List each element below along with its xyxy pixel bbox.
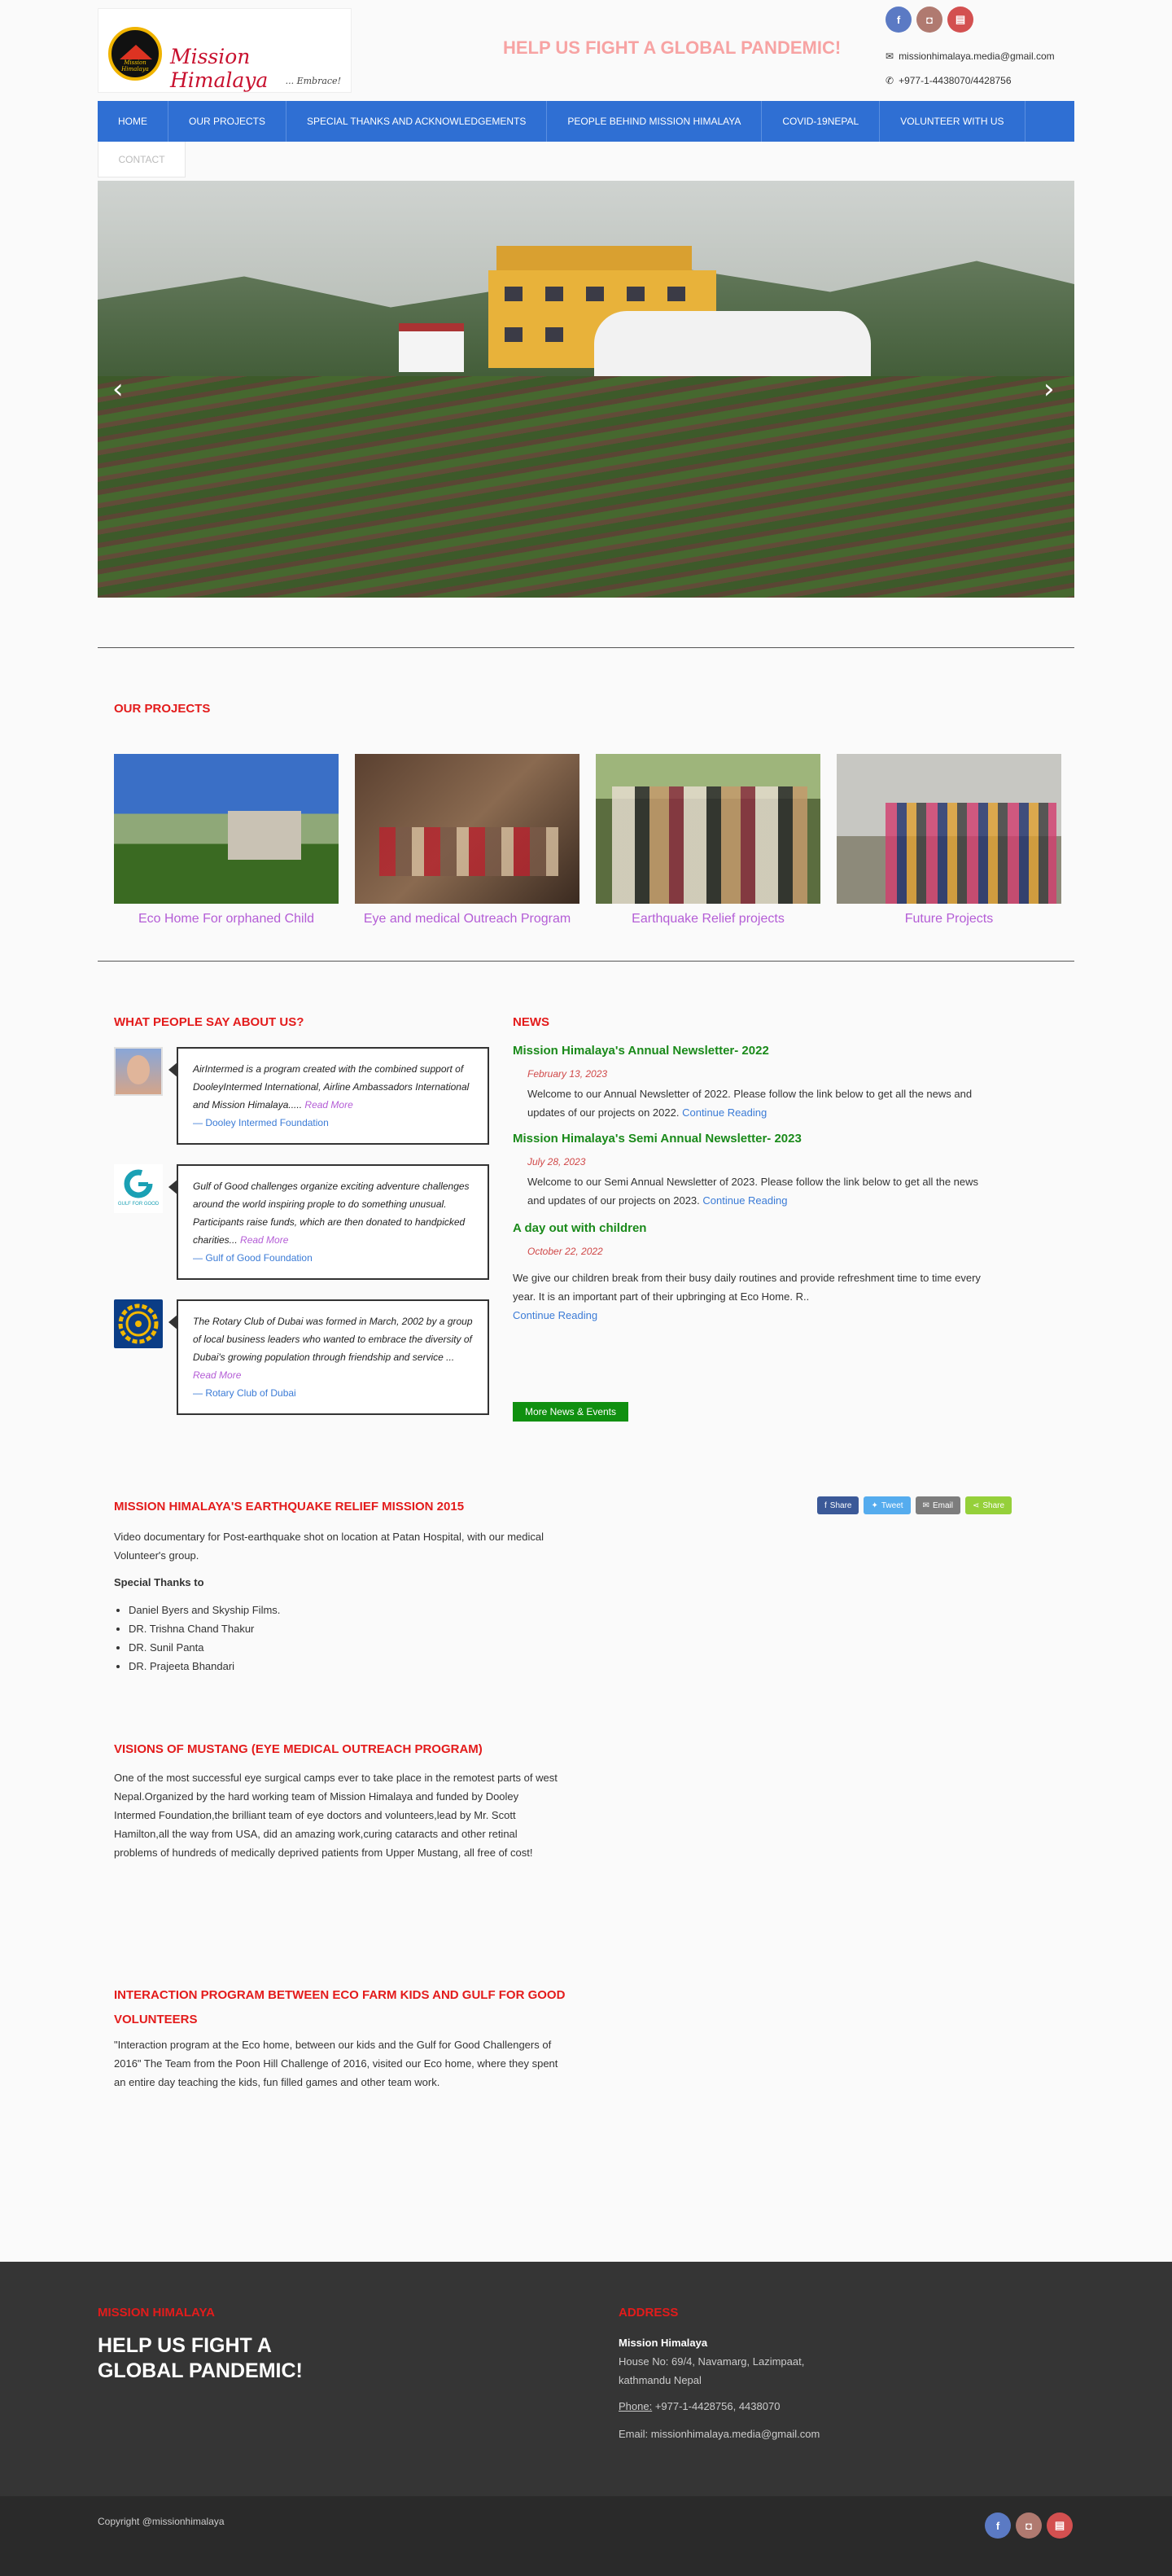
hero-slider: ‹ › xyxy=(98,181,1074,598)
thanks-heading: Special Thanks to xyxy=(114,1576,204,1588)
interaction-title: INTERACTION PROGRAM BETWEEN ECO FARM KID… xyxy=(114,1988,566,2026)
footer-address: Mission Himalaya House No: 69/4, Navamar… xyxy=(619,2337,805,2386)
twitter-icon: ✦ xyxy=(871,1500,878,1510)
share-button[interactable]: ⋖ Share xyxy=(964,1496,1012,1514)
news-item-title[interactable]: Mission Himalaya's Semi Annual Newslette… xyxy=(513,1132,802,1146)
instagram-icon[interactable]: ◘ xyxy=(916,7,942,33)
continue-reading-link[interactable]: Continue Reading xyxy=(682,1106,767,1119)
nav-home[interactable]: HOME xyxy=(98,101,168,142)
footer-email[interactable]: Email: missionhimalaya.media@gmail.com xyxy=(619,2425,820,2443)
project-caption[interactable]: Future Projects xyxy=(837,912,1061,927)
facebook-icon: f xyxy=(824,1500,827,1510)
testimonials-title: WHAT PEOPLE SAY ABOUT US? xyxy=(114,1015,304,1029)
main-nav: HOME OUR PROJECTS SPECIAL THANKS AND ACK… xyxy=(98,101,1074,142)
more-news-button[interactable]: More News & Events xyxy=(513,1402,628,1422)
project-image[interactable] xyxy=(355,754,579,904)
continue-reading-link[interactable]: Continue Reading xyxy=(702,1194,787,1207)
testimonial-author[interactable]: — Gulf of Good Foundation xyxy=(193,1249,473,1267)
earthquake-title: MISSION HIMALAYA'S EARTHQUAKE RELIEF MIS… xyxy=(114,1500,465,1514)
logo-tagline: ... Embrace! xyxy=(285,76,341,86)
news-body: Welcome to our Annual Newsletter of 2022… xyxy=(527,1088,973,1119)
list-item: Daniel Byers and Skyship Films. xyxy=(129,1601,280,1619)
share-buttons: f Share ✦ Tweet ✉ Email ⋖ Share xyxy=(817,1496,1012,1514)
earthquake-body: Video documentary for Post-earthquake sh… xyxy=(114,1531,544,1562)
gulf-for-good-logo: GULF FOR GOOD xyxy=(114,1164,163,1213)
facebook-icon[interactable]: f xyxy=(985,2512,1011,2539)
tweet-button[interactable]: ✦ Tweet xyxy=(864,1496,911,1514)
list-item: DR. Trishna Chand Thakur xyxy=(129,1619,280,1638)
interaction-body: "Interaction program at the Eco home, be… xyxy=(114,2039,558,2088)
project-image[interactable] xyxy=(837,754,1061,904)
site-logo[interactable]: Mission Himalaya Mission Himalaya ... Em… xyxy=(98,8,352,93)
envelope-icon: ✉ xyxy=(922,1500,929,1510)
project-card[interactable]: Eye and medical Outreach Program xyxy=(355,754,579,927)
header-phone[interactable]: ✆ +977-1-4438070/4428756 xyxy=(886,75,1012,86)
thanks-list: Daniel Byers and Skyship Films. DR. Tris… xyxy=(129,1601,280,1676)
list-item: DR. Sunil Panta xyxy=(129,1638,280,1657)
nav-contact[interactable]: CONTACT xyxy=(98,142,186,177)
news-item-title[interactable]: A day out with children xyxy=(513,1221,646,1235)
continue-reading-link[interactable]: Continue Reading xyxy=(513,1309,597,1321)
avatar xyxy=(114,1047,163,1096)
email-share-button[interactable]: ✉ Email xyxy=(915,1496,960,1514)
testimonial: AirIntermed is a program created with th… xyxy=(168,1047,489,1145)
news-date: October 22, 2022 xyxy=(527,1246,603,1257)
testimonial: Gulf of Good challenges organize excitin… xyxy=(168,1164,489,1280)
testimonial: The Rotary Club of Dubai was formed in M… xyxy=(168,1299,489,1415)
youtube-icon[interactable]: ▤ xyxy=(947,7,973,33)
project-caption[interactable]: Eye and medical Outreach Program xyxy=(355,912,579,927)
testimonial-author[interactable]: — Rotary Club of Dubai xyxy=(193,1384,473,1402)
project-card[interactable]: Eco Home For orphaned Child xyxy=(114,754,339,927)
footer-title: MISSION HIMALAYA xyxy=(98,2306,215,2320)
slider-next-icon[interactable]: › xyxy=(1043,373,1055,405)
project-caption[interactable]: Eco Home For orphaned Child xyxy=(114,912,339,927)
read-more-link[interactable]: Read More xyxy=(240,1234,288,1246)
footer-phone: Phone: +977-1-4428756, 4438070 xyxy=(619,2400,781,2412)
facebook-share-button[interactable]: f Share xyxy=(817,1496,859,1514)
share-icon: ⋖ xyxy=(972,1500,980,1510)
projects-title: OUR PROJECTS xyxy=(114,702,211,716)
read-more-link[interactable]: Read More xyxy=(193,1369,241,1381)
youtube-icon[interactable]: ▤ xyxy=(1047,2512,1073,2539)
nav-volunteer[interactable]: VOLUNTEER WITH US xyxy=(880,101,1026,142)
divider xyxy=(98,647,1074,648)
mustang-title: VISIONS OF MUSTANG (EYE MEDICAL OUTREACH… xyxy=(114,1742,483,1756)
project-caption[interactable]: Earthquake Relief projects xyxy=(596,912,820,927)
header-social: f ◘ ▤ xyxy=(886,7,973,33)
footer-address-title: ADDRESS xyxy=(619,2306,679,2320)
news-body: We give our children break from their bu… xyxy=(513,1272,981,1321)
project-card[interactable]: Future Projects xyxy=(837,754,1061,927)
project-image[interactable] xyxy=(114,754,339,904)
envelope-icon: ✉ xyxy=(886,50,894,62)
news-title: NEWS xyxy=(513,1015,549,1029)
logo-emblem: Mission Himalaya xyxy=(108,27,162,81)
facebook-icon[interactable]: f xyxy=(886,7,912,33)
instagram-icon[interactable]: ◘ xyxy=(1016,2512,1042,2539)
read-more-link[interactable]: Read More xyxy=(304,1099,352,1111)
list-item: DR. Prajeeta Bhandari xyxy=(129,1657,280,1676)
header-email[interactable]: ✉ missionhimalaya.media@gmail.com xyxy=(886,50,1055,62)
project-card[interactable]: Earthquake Relief projects xyxy=(596,754,820,927)
phone-icon: ✆ xyxy=(886,75,894,86)
footer-social: f ◘ ▤ xyxy=(985,2512,1073,2539)
copyright: Copyright @missionhimalaya xyxy=(98,2516,225,2527)
news-date: February 13, 2023 xyxy=(527,1068,608,1080)
nav-covid19[interactable]: COVID-19NEPAL xyxy=(762,101,881,142)
project-image[interactable] xyxy=(596,754,820,904)
header-headline: HELP US FIGHT A GLOBAL PANDEMIC! xyxy=(503,37,842,58)
news-date: July 28, 2023 xyxy=(527,1156,586,1168)
news-item-title[interactable]: Mission Himalaya's Annual Newsletter- 20… xyxy=(513,1044,769,1058)
nav-special-thanks[interactable]: SPECIAL THANKS AND ACKNOWLEDGEMENTS xyxy=(286,101,548,142)
divider xyxy=(98,961,1074,962)
nav-our-projects[interactable]: OUR PROJECTS xyxy=(168,101,287,142)
testimonial-author[interactable]: — Dooley Intermed Foundation xyxy=(193,1114,473,1132)
footer-headline: HELP US FIGHT A GLOBAL PANDEMIC! xyxy=(98,2334,303,2382)
news-body: Welcome to our Semi Annual Newsletter of… xyxy=(527,1176,979,1207)
rotary-logo xyxy=(114,1299,163,1348)
slider-prev-icon[interactable]: ‹ xyxy=(112,373,124,405)
nav-people-behind[interactable]: PEOPLE BEHIND MISSION HIMALAYA xyxy=(547,101,763,142)
mustang-body: One of the most successful eye surgical … xyxy=(114,1772,558,1859)
